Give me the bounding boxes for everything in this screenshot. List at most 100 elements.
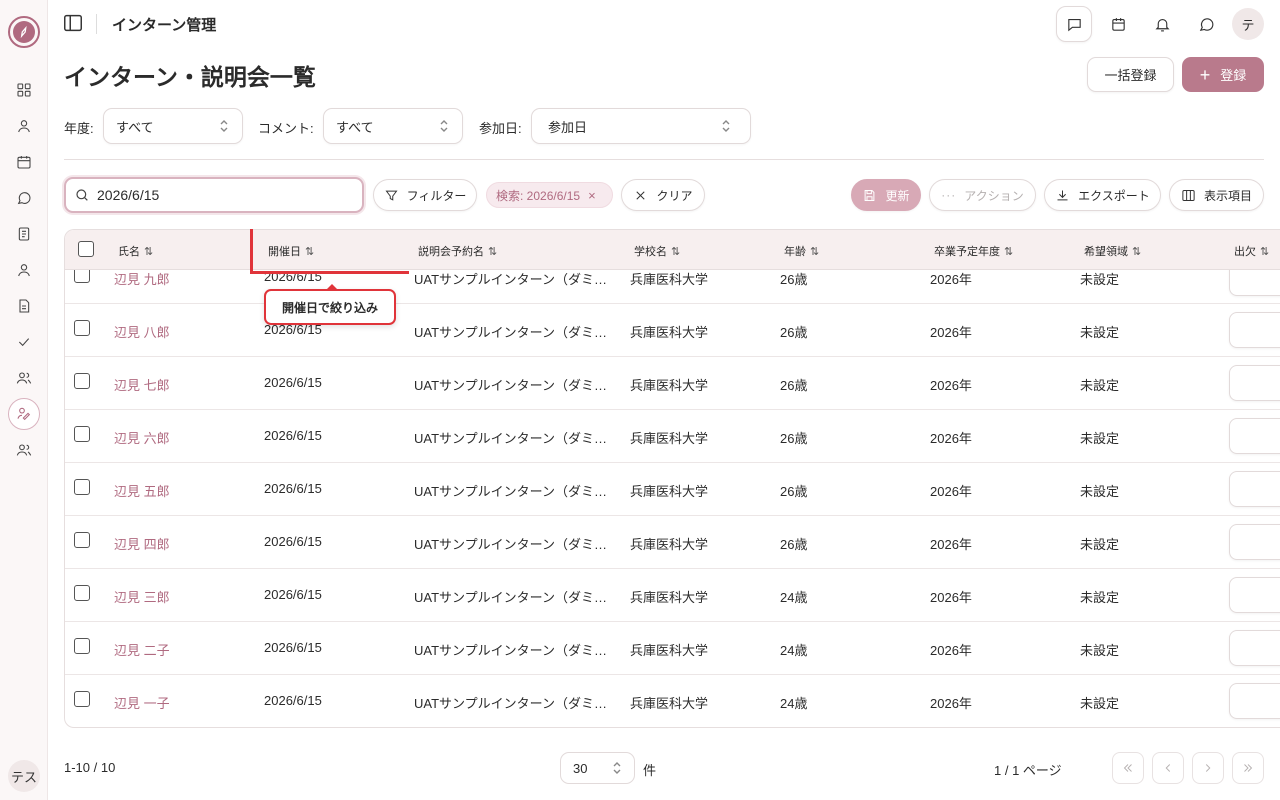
joined-date-select[interactable]: 参加日 xyxy=(531,108,751,144)
cell-name[interactable]: 辺見 八郎 xyxy=(114,322,170,341)
table-row[interactable]: 辺見 二子 2026/6/15 UATサンプルインターン（ダミー） 兵庫医科大学 24歳… xyxy=(65,622,1280,675)
grid-icon[interactable] xyxy=(12,78,36,102)
update-button[interactable]: 更新 xyxy=(851,179,921,211)
row-checkbox[interactable] xyxy=(74,320,90,336)
cell-school: 兵庫医科大学 xyxy=(630,484,709,499)
check-icon[interactable] xyxy=(12,330,36,354)
cell-name[interactable]: 辺見 九郎 xyxy=(114,269,170,288)
comment-icon[interactable] xyxy=(1056,6,1092,42)
chat-icon[interactable] xyxy=(1188,6,1224,42)
column-header-name[interactable]: 氏名 ⇅ xyxy=(118,243,153,259)
cell-name[interactable]: 辺見 五郎 xyxy=(114,481,170,500)
document-icon[interactable] xyxy=(12,294,36,318)
cell-age: 26歳 xyxy=(780,537,808,552)
table-row[interactable]: 辺見 四郎 2026/6/15 UATサンプルインターン（ダミー） 兵庫医科大学 26歳… xyxy=(65,516,1280,569)
next-page-button[interactable] xyxy=(1192,752,1224,784)
export-button[interactable]: エクスポート xyxy=(1044,179,1161,211)
page-title: インターン・説明会一覧 xyxy=(64,64,316,90)
cell-name[interactable]: 辺見 七郎 xyxy=(114,375,170,394)
sort-icon: ⇅ xyxy=(305,246,315,258)
cell-date: 2026/6/15 xyxy=(264,693,322,708)
search-box[interactable] xyxy=(64,177,364,213)
column-header-attendance[interactable]: 出欠 ⇅ xyxy=(1234,243,1269,259)
table-row[interactable]: 辺見 五郎 2026/6/15 UATサンプルインターン（ダミー） 兵庫医科大学 26歳… xyxy=(65,463,1280,516)
row-checkbox[interactable] xyxy=(74,479,90,495)
table-row[interactable]: 辺見 八郎 2026/6/15 UATサンプルインターン（ダミー） 兵庫医科大学 26歳… xyxy=(65,304,1280,357)
column-header-area[interactable]: 希望領域 ⇅ xyxy=(1084,243,1141,259)
attendance-button[interactable] xyxy=(1229,471,1280,507)
attendance-button[interactable] xyxy=(1229,524,1280,560)
attendance-button[interactable] xyxy=(1229,418,1280,454)
select-all-checkbox[interactable] xyxy=(78,241,94,257)
column-header-grad-year[interactable]: 卒業予定年度 ⇅ xyxy=(934,243,1013,259)
clear-button[interactable]: クリア xyxy=(621,179,705,211)
row-checkbox[interactable] xyxy=(74,373,90,389)
per-page-select[interactable]: 30 xyxy=(560,752,635,784)
table-row[interactable]: 辺見 一子 2026/6/15 UATサンプルインターン（ダミー） 兵庫医科大学 24歳… xyxy=(65,675,1280,727)
first-page-button[interactable] xyxy=(1112,752,1144,784)
column-header-school[interactable]: 学校名 ⇅ xyxy=(634,243,680,259)
row-checkbox[interactable] xyxy=(74,691,90,707)
cell-date: 2026/6/15 xyxy=(264,269,322,284)
calendar-icon[interactable] xyxy=(12,150,36,174)
cell-name[interactable]: 辺見 四郎 xyxy=(114,534,170,553)
attendance-button[interactable] xyxy=(1229,312,1280,348)
cell-school: 兵庫医科大学 xyxy=(630,378,709,393)
attendance-button[interactable] xyxy=(1229,577,1280,613)
row-checkbox[interactable] xyxy=(74,638,90,654)
table-row[interactable]: 辺見 九郎 2026/6/15 UATサンプルインターン（ダミー） 兵庫医科大学 26歳… xyxy=(65,260,1280,304)
attendance-button[interactable] xyxy=(1229,365,1280,401)
intern-icon[interactable] xyxy=(8,398,40,430)
cell-grad-year: 2026年 xyxy=(930,696,972,711)
filter-icon xyxy=(385,190,398,201)
action-button[interactable]: ··· アクション xyxy=(929,179,1036,211)
last-page-button[interactable] xyxy=(1232,752,1264,784)
bulk-register-button[interactable]: 一括登録 xyxy=(1087,57,1174,92)
table-row[interactable]: 辺見 六郎 2026/6/15 UATサンプルインターン（ダミー） 兵庫医科大学 26歳… xyxy=(65,410,1280,463)
notebook-icon[interactable] xyxy=(12,222,36,246)
user-icon[interactable] xyxy=(12,114,36,138)
filter-button[interactable]: フィルター xyxy=(373,179,477,211)
cell-school: 兵庫医科大学 xyxy=(630,431,709,446)
users-icon[interactable] xyxy=(12,366,36,390)
cell-event: UATサンプルインターン（ダミー） xyxy=(414,325,610,340)
more-icon: ··· xyxy=(941,188,957,202)
column-header-event[interactable]: 説明会予約名 ⇅ xyxy=(418,243,497,259)
attendance-button[interactable] xyxy=(1229,630,1280,666)
app-logo-icon[interactable] xyxy=(8,16,40,48)
year-select[interactable]: すべて xyxy=(103,108,243,144)
user-avatar[interactable]: テ xyxy=(1232,8,1264,40)
user-avatar[interactable]: テス xyxy=(8,760,40,792)
table-row[interactable]: 辺見 三郎 2026/6/15 UATサンプルインターン（ダミー） 兵庫医科大学 24歳… xyxy=(65,569,1280,622)
group-icon[interactable] xyxy=(12,438,36,462)
comment-select[interactable]: すべて xyxy=(323,108,463,144)
row-checkbox[interactable] xyxy=(74,585,90,601)
column-header-date[interactable]: 開催日 ⇅ xyxy=(268,243,314,259)
column-header-age[interactable]: 年齢 ⇅ xyxy=(784,243,819,259)
cell-school: 兵庫医科大学 xyxy=(630,590,709,605)
sort-icon: ⇅ xyxy=(671,246,681,258)
columns-button[interactable]: 表示項目 xyxy=(1169,179,1264,211)
row-checkbox[interactable] xyxy=(74,426,90,442)
comment-select-value: すべて xyxy=(336,119,374,135)
row-checkbox[interactable] xyxy=(74,532,90,548)
cell-name[interactable]: 辺見 二子 xyxy=(114,640,170,659)
prev-page-button[interactable] xyxy=(1152,752,1184,784)
cell-name[interactable]: 辺見 一子 xyxy=(114,693,170,712)
chat-icon[interactable] xyxy=(12,186,36,210)
table-row[interactable]: 辺見 七郎 2026/6/15 UATサンプルインターン（ダミー） 兵庫医科大学 26歳… xyxy=(65,357,1280,410)
cell-area: 未設定 xyxy=(1080,325,1120,340)
attendance-button[interactable] xyxy=(1229,683,1280,719)
bell-icon[interactable] xyxy=(1144,6,1180,42)
cell-name[interactable]: 辺見 六郎 xyxy=(114,428,170,447)
chip-close-icon[interactable]: × xyxy=(588,188,596,203)
clear-label: クリア xyxy=(656,188,693,203)
tooltip: 開催日で絞り込み xyxy=(264,284,396,325)
register-button[interactable]: + 登録 xyxy=(1182,57,1264,92)
cell-area: 未設定 xyxy=(1080,696,1120,711)
cell-name[interactable]: 辺見 三郎 xyxy=(114,587,170,606)
user-icon[interactable] xyxy=(12,258,36,282)
sidebar-toggle-icon[interactable] xyxy=(62,12,86,36)
calendar-icon[interactable] xyxy=(1100,6,1136,42)
search-input[interactable] xyxy=(97,187,347,203)
